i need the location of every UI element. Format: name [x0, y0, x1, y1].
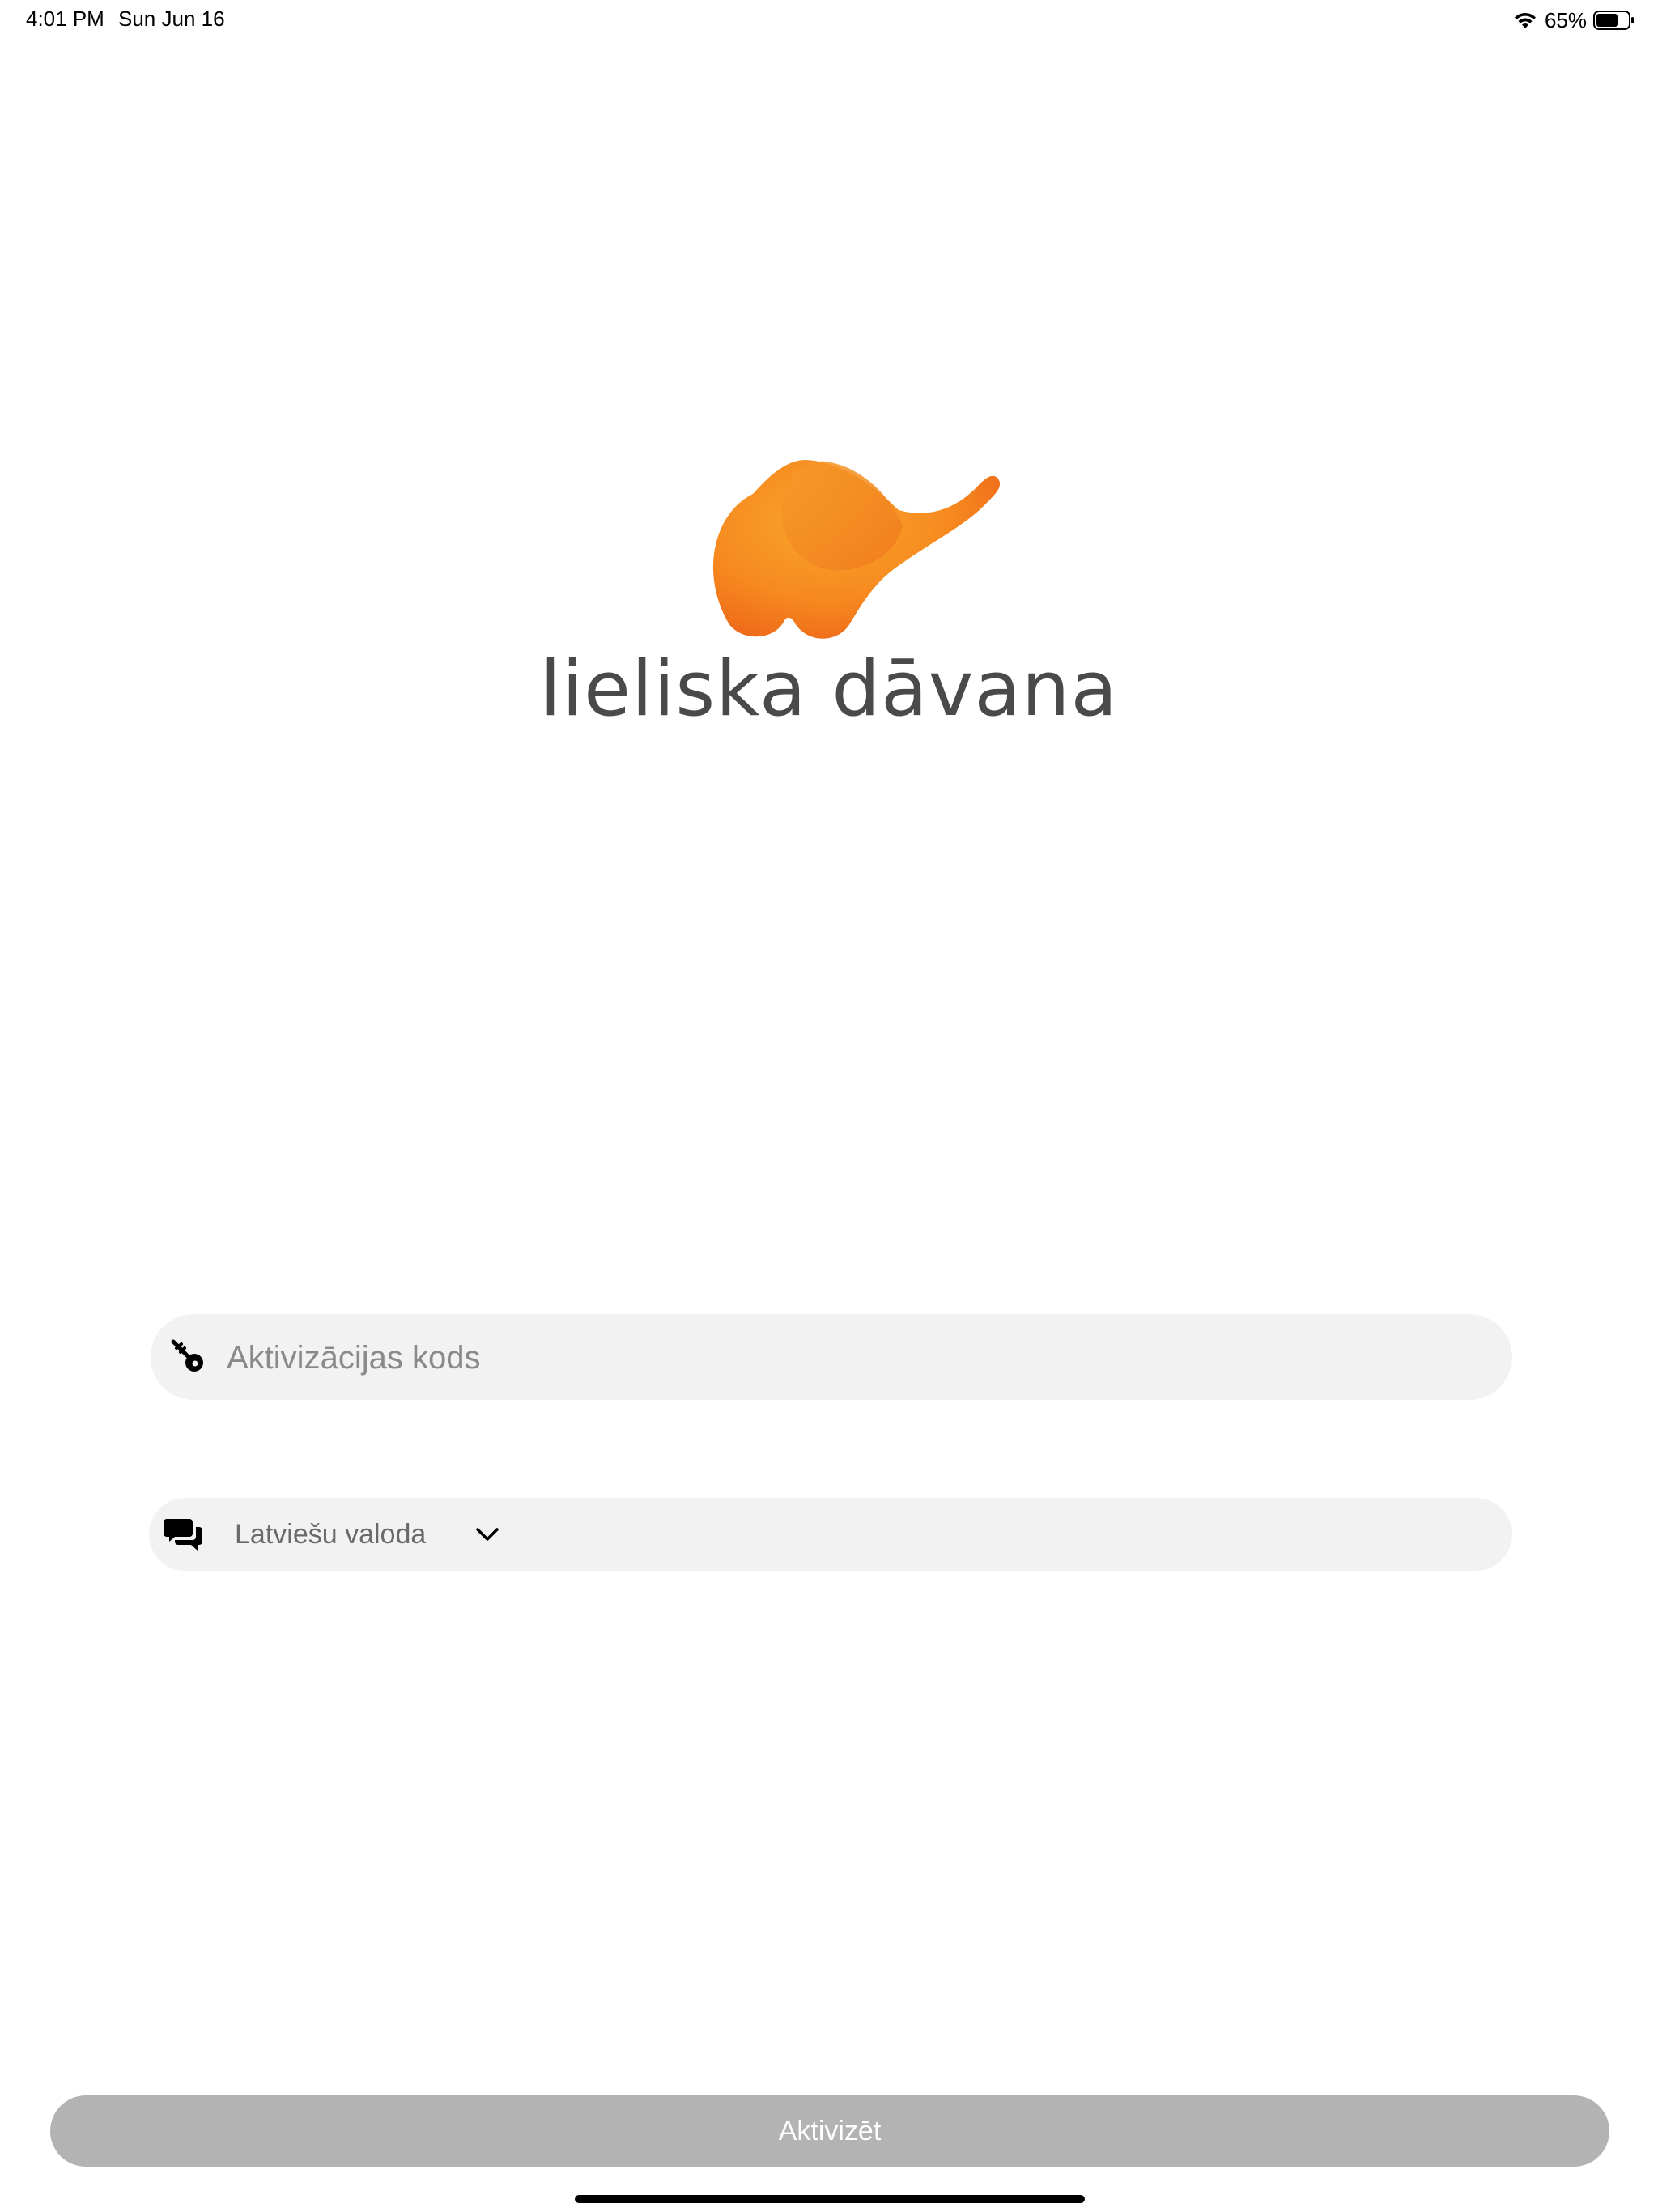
home-indicator[interactable]	[575, 2195, 1085, 2203]
key-icon	[168, 1337, 207, 1376]
language-field[interactable]: Latviešu valoda	[149, 1498, 1512, 1571]
chevron-down-icon[interactable]	[474, 1525, 500, 1544]
activation-code-field[interactable]	[151, 1314, 1512, 1402]
elephant-logo-icon	[712, 460, 1001, 639]
activation-screen: 4:01 PM Sun Jun 16 65% lieliska dāvana A…	[0, 0, 1658, 2212]
status-bar: 4:01 PM Sun Jun 16 65%	[0, 0, 1658, 39]
status-date: Sun Jun 16	[118, 6, 225, 31]
language-select[interactable]: Latviešu valoda	[235, 1498, 500, 1571]
chat-bubbles-icon	[164, 1514, 204, 1555]
status-time: 4:01 PM	[26, 6, 104, 31]
status-indicators: 65%	[1512, 6, 1635, 34]
brand-name: lieliska dāvana	[539, 645, 1119, 734]
activation-code-input[interactable]	[225, 1314, 1491, 1402]
battery-icon	[1593, 11, 1634, 30]
activate-button[interactable]: Aktivizēt	[50, 2095, 1609, 2167]
wifi-icon	[1514, 12, 1536, 28]
battery-percent: 65%	[1544, 7, 1587, 32]
language-selected-value: Latviešu valoda	[235, 1518, 427, 1550]
